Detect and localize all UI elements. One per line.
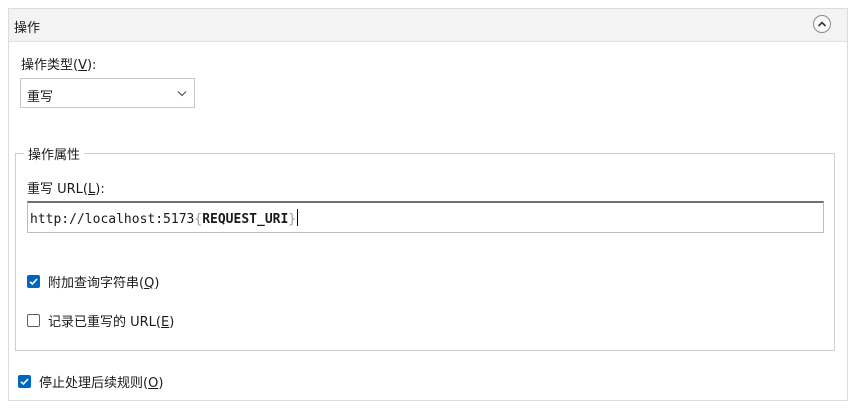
action-type-select[interactable]: 重写 [20, 78, 195, 108]
url-variable: REQUEST_URI [202, 212, 289, 227]
checkmark-icon [29, 278, 38, 286]
action-type-label: 操作类型(V): [21, 58, 97, 73]
action-properties-legend: 操作属性 [24, 144, 85, 163]
rewrite-url-input[interactable]: http://localhost:5173{REQUEST_URI} [27, 201, 824, 233]
collapse-button[interactable] [813, 15, 831, 33]
append-query-label: 附加查询字符串(Q) [48, 276, 160, 291]
log-rewritten-row[interactable]: 记录已重写的 URL(E) [27, 311, 174, 330]
text-caret [297, 209, 299, 226]
panel-title: 操作 [14, 21, 41, 36]
url-brace-close: } [288, 212, 297, 227]
rewrite-url-label: 重写 URL(L): [27, 182, 105, 197]
chevron-down-icon [177, 91, 187, 97]
panel-header[interactable]: 操作 [9, 9, 847, 42]
action-type-value: 重写 [27, 90, 54, 105]
append-query-checkbox[interactable] [27, 275, 40, 288]
log-rewritten-label: 记录已重写的 URL(E) [48, 315, 175, 330]
stop-processing-row[interactable]: 停止处理后续规则(O) [18, 372, 163, 391]
checkmark-icon [20, 378, 29, 386]
log-rewritten-checkbox[interactable] [27, 314, 40, 327]
url-prefix: http://localhost:5173 [30, 212, 195, 227]
stop-processing-label: 停止处理后续规则(O) [39, 376, 164, 391]
append-query-row[interactable]: 附加查询字符串(Q) [27, 272, 159, 291]
stop-processing-checkbox[interactable] [18, 375, 31, 388]
chevron-up-icon [817, 21, 827, 27]
